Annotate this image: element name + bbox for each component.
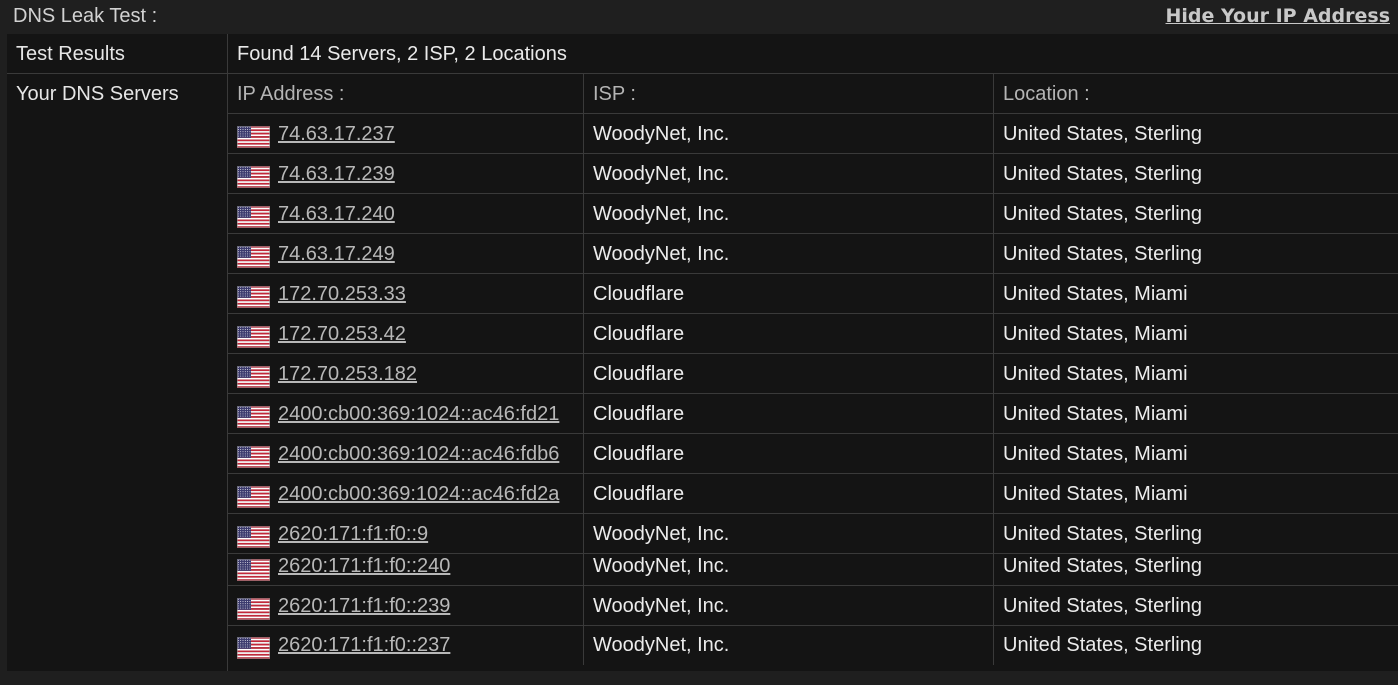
location-cell: United States, Sterling: [1003, 163, 1202, 185]
us-flag-icon: [237, 522, 270, 549]
dns-servers-label: Your DNS Servers: [7, 74, 228, 671]
ip-cell: 74.63.17.240: [228, 194, 584, 233]
location-cell: United States, Miami: [1003, 483, 1188, 505]
location-cell: United States, Sterling: [1003, 594, 1202, 617]
dns-server-row: 2620:171:f1:f0::240 WoodyNet, Inc. United …: [228, 546, 1398, 587]
dns-server-row: 2400:cb00:369:1024::ac46:fd21 Cloudflare U…: [228, 394, 1398, 434]
ip-cell: 2400:cb00:369:1024::ac46:fdb6: [228, 434, 584, 473]
isp-cell: WoodyNet, Inc.: [584, 114, 994, 153]
ip-cell: 74.63.17.237: [228, 114, 584, 153]
dns-server-row: 2620:171:f1:f0::239 WoodyNet, Inc. United …: [228, 585, 1398, 626]
location-cell: United States, Miami: [1003, 323, 1188, 345]
ip-cell: 2620:171:f1:f0::237: [228, 624, 584, 665]
location-cell: United States, Sterling: [1003, 123, 1202, 145]
dns-servers-row: Your DNS Servers IP Address : ISP : Loca…: [7, 74, 1398, 671]
ip-cell: 2620:171:f1:f0::239: [228, 585, 584, 625]
ip-cell: 172.70.253.42: [228, 314, 584, 353]
location-cell: United States, Miami: [1003, 363, 1188, 385]
location-cell: United States, Miami: [1003, 403, 1188, 425]
ip-address-link[interactable]: 2400:cb00:369:1024::ac46:fd2a: [278, 483, 559, 505]
ip-address-link[interactable]: 2400:cb00:369:1024::ac46:fd21: [278, 403, 559, 425]
ip-cell: 2400:cb00:369:1024::ac46:fd21: [228, 394, 584, 433]
ip-address-link[interactable]: 74.63.17.239: [278, 163, 395, 185]
hide-ip-link[interactable]: Hide Your IP Address: [1166, 4, 1390, 28]
isp-cell: WoodyNet, Inc.: [584, 154, 994, 193]
location-cell: United States, Sterling: [1003, 633, 1202, 656]
us-flag-icon: [237, 122, 270, 149]
ip-address-link[interactable]: 172.70.253.182: [278, 363, 417, 385]
us-flag-icon: [237, 442, 270, 469]
dns-table-header: IP Address : ISP : Location :: [228, 74, 1398, 114]
isp-cell: WoodyNet, Inc.: [584, 194, 994, 233]
ip-address-link[interactable]: 74.63.17.249: [278, 243, 395, 265]
location-cell: United States, Miami: [1003, 283, 1188, 305]
us-flag-icon: [237, 242, 270, 269]
ip-address-link[interactable]: 2400:cb00:369:1024::ac46:fdb6: [278, 443, 559, 465]
us-flag-icon: [237, 322, 270, 349]
us-flag-icon: [237, 633, 270, 660]
us-flag-icon: [237, 594, 270, 620]
dns-server-row: 2400:cb00:369:1024::ac46:fd2a Cloudflare U…: [228, 474, 1398, 514]
results-table: Test Results Found 14 Servers, 2 ISP, 2 …: [7, 34, 1398, 671]
us-flag-icon: [237, 555, 270, 581]
us-flag-icon: [237, 162, 270, 189]
location-cell: United States, Sterling: [1003, 555, 1202, 578]
us-flag-icon: [237, 282, 270, 309]
isp-cell: Cloudflare: [584, 354, 994, 393]
isp-cell: Cloudflare: [584, 394, 994, 433]
ip-cell: 74.63.17.249: [228, 234, 584, 273]
us-flag-icon: [237, 402, 270, 429]
isp-cell: Cloudflare: [584, 474, 994, 513]
location-cell: United States, Sterling: [1003, 243, 1202, 265]
dns-leak-panel: DNS Leak Test : Hide Your IP Address Tes…: [0, 0, 1398, 685]
ip-cell: 172.70.253.33: [228, 274, 584, 313]
panel-title: DNS Leak Test :: [13, 5, 158, 27]
ip-cell: 74.63.17.239: [228, 154, 584, 193]
ip-address-link[interactable]: 2620:171:f1:f0::237: [278, 634, 450, 656]
panel-header: DNS Leak Test : Hide Your IP Address: [0, 0, 1398, 34]
dns-server-row: 172.70.253.42 Cloudflare United States, Mi…: [228, 314, 1398, 354]
dns-server-row: 2620:171:f1:f0::237 WoodyNet, Inc. United …: [228, 624, 1398, 665]
isp-cell: Cloudflare: [584, 274, 994, 313]
us-flag-icon: [237, 202, 270, 229]
isp-cell: Cloudflare: [584, 314, 994, 353]
ip-address-link[interactable]: 172.70.253.33: [278, 283, 406, 305]
column-header-location: Location :: [1003, 83, 1090, 105]
us-flag-icon: [237, 482, 270, 509]
isp-cell: WoodyNet, Inc.: [584, 546, 994, 586]
isp-cell: Cloudflare: [584, 434, 994, 473]
us-flag-icon: [237, 362, 270, 389]
column-header-isp: ISP :: [584, 74, 994, 113]
dns-server-row: 74.63.17.237 WoodyNet, Inc. United States,…: [228, 114, 1398, 154]
dns-server-row: 74.63.17.240 WoodyNet, Inc. United States,…: [228, 194, 1398, 234]
ip-cell: 172.70.253.182: [228, 354, 584, 393]
isp-cell: WoodyNet, Inc.: [584, 624, 994, 665]
ip-address-link[interactable]: 172.70.253.42: [278, 323, 406, 345]
ip-address-link[interactable]: 2620:171:f1:f0::9: [278, 523, 428, 545]
dns-server-row: 74.63.17.239 WoodyNet, Inc. United States,…: [228, 154, 1398, 194]
test-results-row: Test Results Found 14 Servers, 2 ISP, 2 …: [7, 34, 1398, 74]
dns-server-row: 172.70.253.33 Cloudflare United States, Mi…: [228, 274, 1398, 314]
isp-cell: WoodyNet, Inc.: [584, 234, 994, 273]
ip-address-link[interactable]: 74.63.17.240: [278, 203, 395, 225]
dns-server-row: 74.63.17.249 WoodyNet, Inc. United States,…: [228, 234, 1398, 274]
ip-cell: 2620:171:f1:f0::240: [228, 546, 584, 586]
isp-cell: WoodyNet, Inc.: [584, 585, 994, 625]
ip-address-link[interactable]: 2620:171:f1:f0::239: [278, 595, 450, 617]
ip-address-link[interactable]: 74.63.17.237: [278, 123, 395, 145]
column-header-ip: IP Address :: [228, 74, 584, 113]
dns-server-row: 172.70.253.182 Cloudflare United States, M…: [228, 354, 1398, 394]
ip-address-link[interactable]: 2620:171:f1:f0::240: [278, 555, 450, 577]
dns-server-row: 2400:cb00:369:1024::ac46:fdb6 Cloudflare U…: [228, 434, 1398, 474]
location-cell: United States, Miami: [1003, 443, 1188, 465]
test-results-value: Found 14 Servers, 2 ISP, 2 Locations: [237, 43, 567, 65]
test-results-label: Test Results: [7, 34, 228, 73]
location-cell: United States, Sterling: [1003, 203, 1202, 225]
ip-cell: 2400:cb00:369:1024::ac46:fd2a: [228, 474, 584, 513]
